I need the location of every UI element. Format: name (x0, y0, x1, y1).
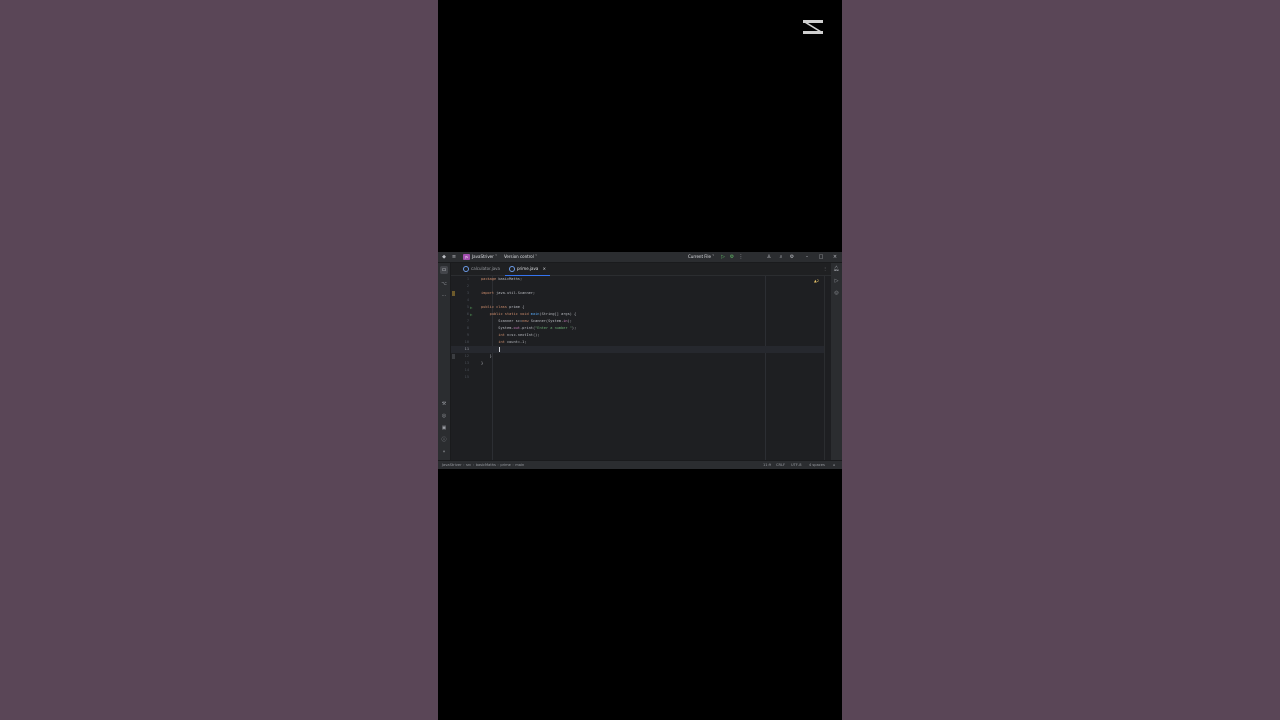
code-line: 9 int n=sc.nextInt(); (466, 333, 540, 337)
services-icon[interactable]: ◎ (440, 412, 448, 420)
code-line: 1 package basicMaths; (466, 277, 523, 281)
line-separator[interactable]: CRLF (776, 461, 785, 469)
project-selector[interactable]: JavaStriver ˅ (472, 254, 497, 260)
video-frame: ◆ ≡ JS JavaStriver ˅ Version control ˅ C… (438, 0, 842, 720)
more-tools-icon[interactable]: ⋯ (440, 292, 448, 300)
right-tool-strip: 🔔︎ ▷ ◎ (830, 263, 842, 460)
java-file-icon (463, 266, 469, 272)
breadcrumb-project[interactable]: JavaStriver (442, 463, 462, 467)
project-folder-icon[interactable]: ▭ (440, 266, 448, 274)
ai-assistant-icon[interactable]: ◎ (833, 290, 840, 297)
run-gutter-icon[interactable]: ▷ (470, 304, 472, 311)
code-line: 13 } (464, 361, 484, 365)
tab-close-icon[interactable]: × (543, 266, 546, 271)
run-config-selector[interactable]: Current File ˅ (688, 254, 714, 260)
breadcrumb-src[interactable]: src (466, 463, 471, 467)
fold-marker[interactable] (452, 291, 455, 296)
editor-scrollbar[interactable] (824, 276, 831, 460)
fold-marker[interactable] (452, 354, 455, 359)
indent-setting[interactable]: 4 spaces (809, 461, 825, 469)
run-icon[interactable]: ▷ (720, 254, 726, 260)
text-caret (499, 347, 500, 352)
blurred-background-left (0, 0, 438, 720)
code-line: 15 (464, 375, 469, 379)
app-logo-icon: ◆ (442, 254, 446, 260)
blurred-background-right (842, 0, 1280, 720)
build-icon[interactable]: ⚒ (440, 400, 448, 408)
minimize-icon[interactable]: – (804, 254, 810, 260)
intellij-window: ◆ ≡ JS JavaStriver ˅ Version control ˅ C… (438, 252, 842, 469)
breadcrumb[interactable]: JavaStriver › src › basicMaths › prime › main (442, 461, 524, 469)
breadcrumb-method[interactable]: main (515, 463, 524, 467)
search-icon[interactable]: ⌕ (778, 254, 784, 260)
structure-icon[interactable]: ⌥ (440, 280, 448, 288)
java-file-icon (509, 266, 515, 272)
code-line: 6 ▷ public static void main(String[] arg… (466, 311, 577, 318)
left-tool-strip: ▭ ⌥ ⋯ ⚒ ◎ ▣ ⓘ ⑂ (438, 263, 451, 460)
hamburger-icon[interactable]: ≡ (451, 254, 457, 260)
title-bar: ◆ ≡ JS JavaStriver ˅ Version control ˅ C… (438, 252, 842, 263)
code-editor[interactable]: ▲2 1 package basicMaths; 2 3 import java… (451, 276, 831, 460)
tab-more-icon[interactable]: ⋮ (823, 263, 827, 275)
terminal-icon[interactable]: ▣ (440, 424, 448, 432)
current-code-line: 11 (451, 346, 831, 353)
git-icon[interactable]: ⑂ (440, 448, 448, 456)
tab-prime-java[interactable]: prime.java × (505, 263, 550, 276)
file-encoding[interactable]: UTF-8 (791, 461, 801, 469)
breadcrumb-class[interactable]: prime (500, 463, 510, 467)
maximize-icon[interactable]: □ (818, 254, 824, 260)
code-line: 12 } (451, 353, 831, 360)
code-line: 8 System.out.print("Enter a number "); (466, 326, 577, 330)
editor-tab-bar: calculator.java prime.java × ⋮ (451, 263, 831, 276)
code-line: 7 Scanner sc=new Scanner(System.in); (466, 319, 572, 323)
run-gutter-icon[interactable]: ▷ (470, 311, 472, 318)
status-bar: JavaStriver › src › basicMaths › prime › main 11… (438, 460, 842, 469)
capcut-logo-icon (803, 20, 823, 34)
breadcrumb-package[interactable]: basicMaths (476, 463, 496, 467)
tab-calculator-java[interactable]: calculator.java (459, 263, 504, 275)
notifications-icon[interactable]: 🔔︎ (833, 266, 840, 273)
code-line: 2 (466, 284, 469, 288)
close-icon[interactable]: × (832, 254, 838, 260)
version-control-menu[interactable]: Version control ˅ (504, 254, 537, 260)
code-line: 4 (466, 298, 469, 302)
run-panel-icon[interactable]: ▷ (833, 278, 840, 285)
settings-icon[interactable]: ⚙ (789, 254, 795, 260)
caret-position[interactable]: 11:9 (763, 461, 771, 469)
readonly-toggle-icon[interactable]: ⌂ (833, 461, 835, 469)
code-line: 3 import java.util.Scanner; (451, 290, 831, 297)
problems-icon[interactable]: ⓘ (440, 436, 448, 444)
code-line: 10 int count=-1; (464, 340, 527, 344)
code-line: 14 (464, 368, 469, 372)
more-actions-icon[interactable]: ⋮ (738, 254, 744, 260)
code-line: 5 ▷ public class prime { (466, 304, 525, 311)
project-badge: JS (463, 254, 470, 260)
debug-icon[interactable]: ⚙ (729, 254, 735, 260)
account-icon[interactable]: ♙ (766, 254, 772, 260)
